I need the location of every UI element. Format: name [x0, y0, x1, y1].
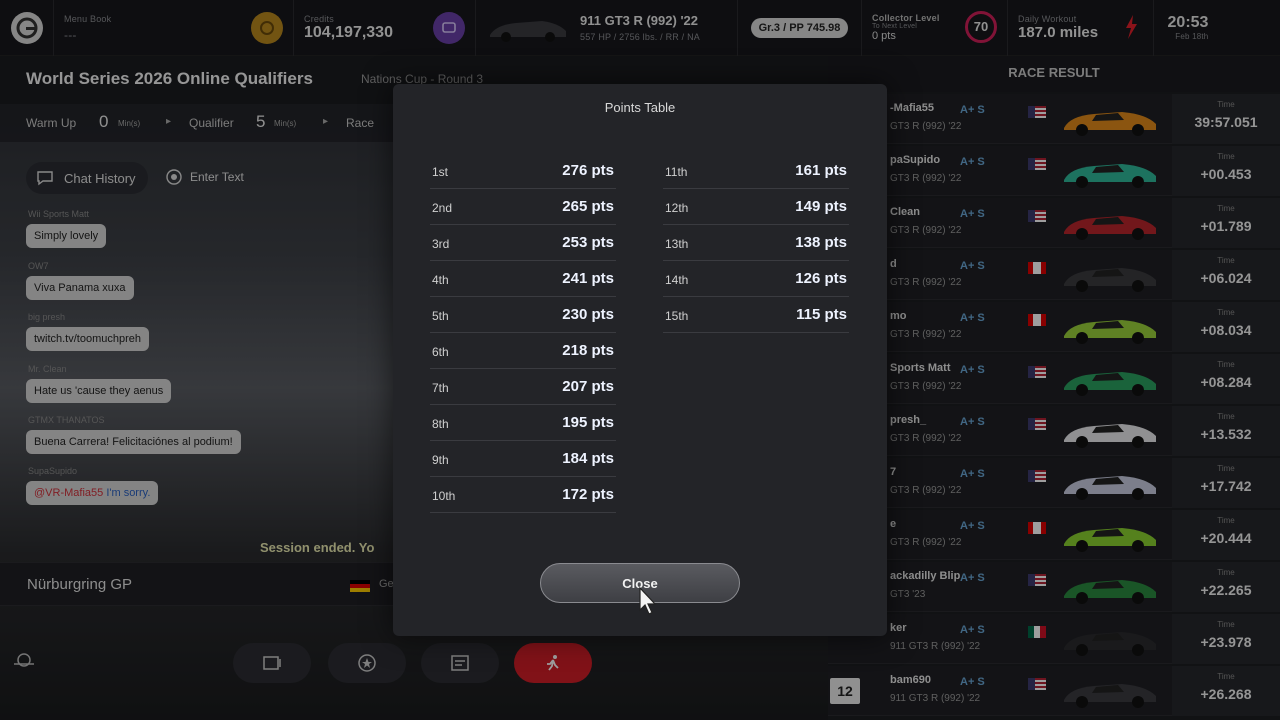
points-position: 12th: [665, 201, 689, 215]
points-position: 9th: [432, 453, 449, 467]
points-row: 12th 149 pts: [663, 189, 849, 225]
points-table-dialog: Points Table 1st 276 pts 2nd 265 pts 3rd 253 …: [393, 84, 887, 636]
points-position: 11th: [665, 165, 688, 179]
points-row: 2nd 265 pts: [430, 189, 616, 225]
points-row: 3rd 253 pts: [430, 225, 616, 261]
points-row: 11th 161 pts: [663, 153, 849, 189]
points-row: 5th 230 pts: [430, 297, 616, 333]
points-value: 149 pts: [795, 198, 847, 215]
points-value: 207 pts: [562, 378, 614, 395]
points-position: 3rd: [432, 237, 450, 251]
points-value: 265 pts: [562, 198, 614, 215]
points-value: 161 pts: [795, 162, 847, 179]
points-row: 7th 207 pts: [430, 369, 616, 405]
points-value: 126 pts: [795, 270, 847, 287]
points-value: 195 pts: [562, 414, 614, 431]
points-row: 13th 138 pts: [663, 225, 849, 261]
points-row: 8th 195 pts: [430, 405, 616, 441]
points-value: 184 pts: [562, 450, 614, 467]
points-position: 2nd: [432, 201, 453, 215]
points-value: 253 pts: [562, 234, 614, 251]
points-row: 14th 126 pts: [663, 261, 849, 297]
points-value: 241 pts: [562, 270, 614, 287]
points-position: 7th: [432, 381, 449, 395]
points-position: 13th: [665, 237, 689, 251]
points-value: 138 pts: [795, 234, 847, 251]
points-value: 172 pts: [562, 486, 614, 503]
points-position: 4th: [432, 273, 449, 287]
points-value: 115 pts: [796, 306, 847, 323]
points-row: 15th 115 pts: [663, 297, 849, 333]
points-position: 14th: [665, 273, 689, 287]
points-position: 5th: [432, 309, 449, 323]
mouse-cursor-icon: [638, 586, 658, 621]
points-row: 4th 241 pts: [430, 261, 616, 297]
points-row: 9th 184 pts: [430, 441, 616, 477]
points-position: 15th: [665, 309, 689, 323]
points-value: 218 pts: [562, 342, 614, 359]
points-row: 1st 276 pts: [430, 153, 616, 189]
points-row: 6th 218 pts: [430, 333, 616, 369]
points-position: 10th: [432, 489, 456, 503]
points-table-title: Points Table: [604, 100, 676, 115]
points-position: 6th: [432, 345, 449, 359]
points-position: 1st: [432, 165, 449, 179]
points-row: 10th 172 pts: [430, 477, 616, 513]
points-value: 276 pts: [562, 162, 614, 179]
points-position: 8th: [432, 417, 449, 431]
points-value: 230 pts: [562, 306, 614, 323]
